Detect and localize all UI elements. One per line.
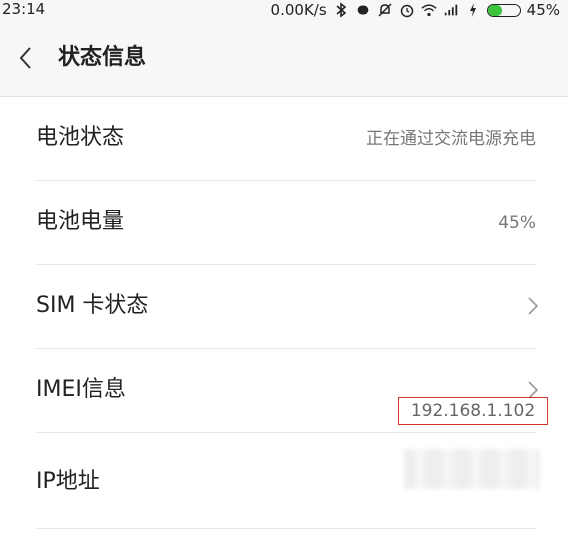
- blurred-area: [404, 449, 540, 489]
- row-value: 45%: [498, 213, 536, 233]
- wifi-icon: [421, 2, 437, 18]
- battery-level: [487, 4, 503, 16]
- row-label: IMEI信息: [36, 377, 126, 402]
- row-value: 正在通过交流电源充电: [366, 129, 536, 149]
- network-speed: 0.00K/s: [270, 1, 327, 19]
- status-time: 23:14: [2, 0, 46, 18]
- bluetooth-icon: [333, 2, 349, 18]
- status-icons: 0.00K/s 45%: [271, 0, 560, 20]
- alarm-icon: [399, 2, 415, 18]
- battery-icon: [486, 3, 521, 17]
- header: 状态信息: [0, 20, 568, 97]
- vibrate-icon: [355, 2, 371, 18]
- mute-icon: [377, 2, 393, 18]
- page-title: 状态信息: [58, 45, 147, 70]
- row-ip-address: IP地址: [0, 433, 568, 529]
- row-sim-status[interactable]: SIM 卡状态: [0, 265, 568, 349]
- signal-icon: [443, 2, 459, 18]
- charging-icon: [465, 2, 481, 18]
- ip-highlight-box: 192.168.1.102: [398, 397, 548, 425]
- row-label: 电池状态: [36, 125, 125, 150]
- row-label: SIM 卡状态: [36, 293, 149, 318]
- status-bar: 23:14 0.00K/s 45%: [0, 0, 568, 20]
- row-label: IP地址: [36, 469, 100, 494]
- ip-address-value: 192.168.1.102: [410, 401, 536, 421]
- row-battery-status: 电池状态 正在通过交流电源充电: [0, 97, 568, 181]
- status-list: 电池状态 正在通过交流电源充电 电池电量 45% SIM 卡状态 IMEI信息 …: [0, 97, 568, 529]
- battery-percent: 45%: [526, 1, 560, 19]
- row-battery-level: 电池电量 45%: [0, 181, 568, 265]
- chevron-right-icon: [528, 297, 539, 315]
- row-label: 电池电量: [36, 209, 125, 234]
- chevron-left-icon[interactable]: [14, 44, 38, 72]
